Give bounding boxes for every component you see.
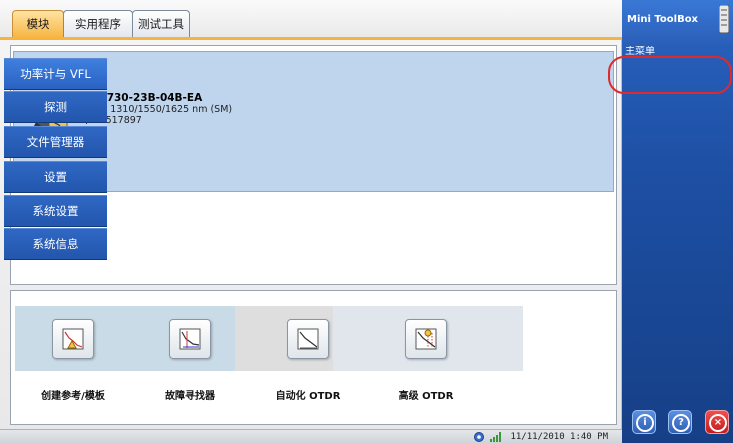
tab-utilities[interactable]: 实用程序 [63, 10, 133, 38]
app-label: 创建参考/模板 [41, 391, 105, 402]
module-info: FTB-730-23B-04B-EA OTDR 1310/1550/1625 n… [80, 92, 480, 126]
reference-template-icon[interactable] [52, 319, 94, 359]
signal-strength-icon [490, 432, 502, 442]
info-icon: i [636, 414, 654, 432]
menu-settings[interactable]: 设置 [4, 161, 107, 193]
tab-modules[interactable]: 模块 [12, 10, 64, 39]
status-datetime: 11/11/2010 1:40 PM [510, 432, 608, 442]
module-description: OTDR 1310/1550/1625 nm (SM) [80, 104, 233, 115]
status-tray: 11/11/2010 1:40 PM [474, 430, 608, 443]
module-serial: S/N : 517897 [80, 115, 142, 126]
app-fault-finder[interactable]: 故障寻找器 [142, 319, 238, 419]
tab-underline [0, 37, 622, 40]
status-bar: 11/11/2010 1:40 PM [0, 429, 622, 443]
help-button[interactable]: ? [668, 410, 692, 434]
app-label: 高级 OTDR [398, 391, 454, 402]
advanced-otdr-icon[interactable] [405, 319, 447, 359]
app-label: 故障寻找器 [165, 391, 215, 402]
close-icon: × [709, 414, 727, 432]
app-label: 自动化 OTDR [275, 391, 341, 402]
app-create-reference[interactable]: 创建参考/模板 [25, 319, 121, 419]
network-icon [474, 432, 485, 442]
auto-otdr-icon[interactable] [287, 319, 329, 359]
menu-probe[interactable]: 探测 [4, 91, 107, 123]
menu-power-meter-vfl[interactable]: 功率计与 VFL [4, 58, 107, 90]
toolbox-logo-icon [719, 5, 729, 33]
fault-finder-icon[interactable] [169, 319, 211, 359]
sidebar-section-label: 主菜单 [625, 46, 655, 57]
menu-system-settings[interactable]: 系统设置 [4, 195, 107, 227]
app-advanced-otdr[interactable]: 高级 OTDR [378, 319, 474, 419]
menu-file-manager[interactable]: 文件管理器 [4, 126, 107, 158]
close-button[interactable]: × [705, 410, 729, 434]
module-name: FTB-730-23B-04B-EA [80, 92, 203, 104]
sidebar: Mini ToolBox 主菜单 [622, 0, 733, 443]
help-icon: ? [672, 414, 690, 432]
info-button[interactable]: i [632, 410, 656, 434]
menu-system-info[interactable]: 系统信息 [4, 228, 107, 260]
sidebar-title: Mini ToolBox [627, 14, 699, 25]
applications-panel: 创建参考/模板 故障寻找器 自动化 OTDR 高级 OTDR [10, 290, 617, 425]
tab-test-tools[interactable]: 测试工具 [132, 10, 190, 38]
tab-bar: 模块 实用程序 测试工具 [0, 0, 622, 40]
app-auto-otdr[interactable]: 自动化 OTDR [260, 319, 356, 419]
sidebar-header: Mini ToolBox [622, 0, 733, 45]
